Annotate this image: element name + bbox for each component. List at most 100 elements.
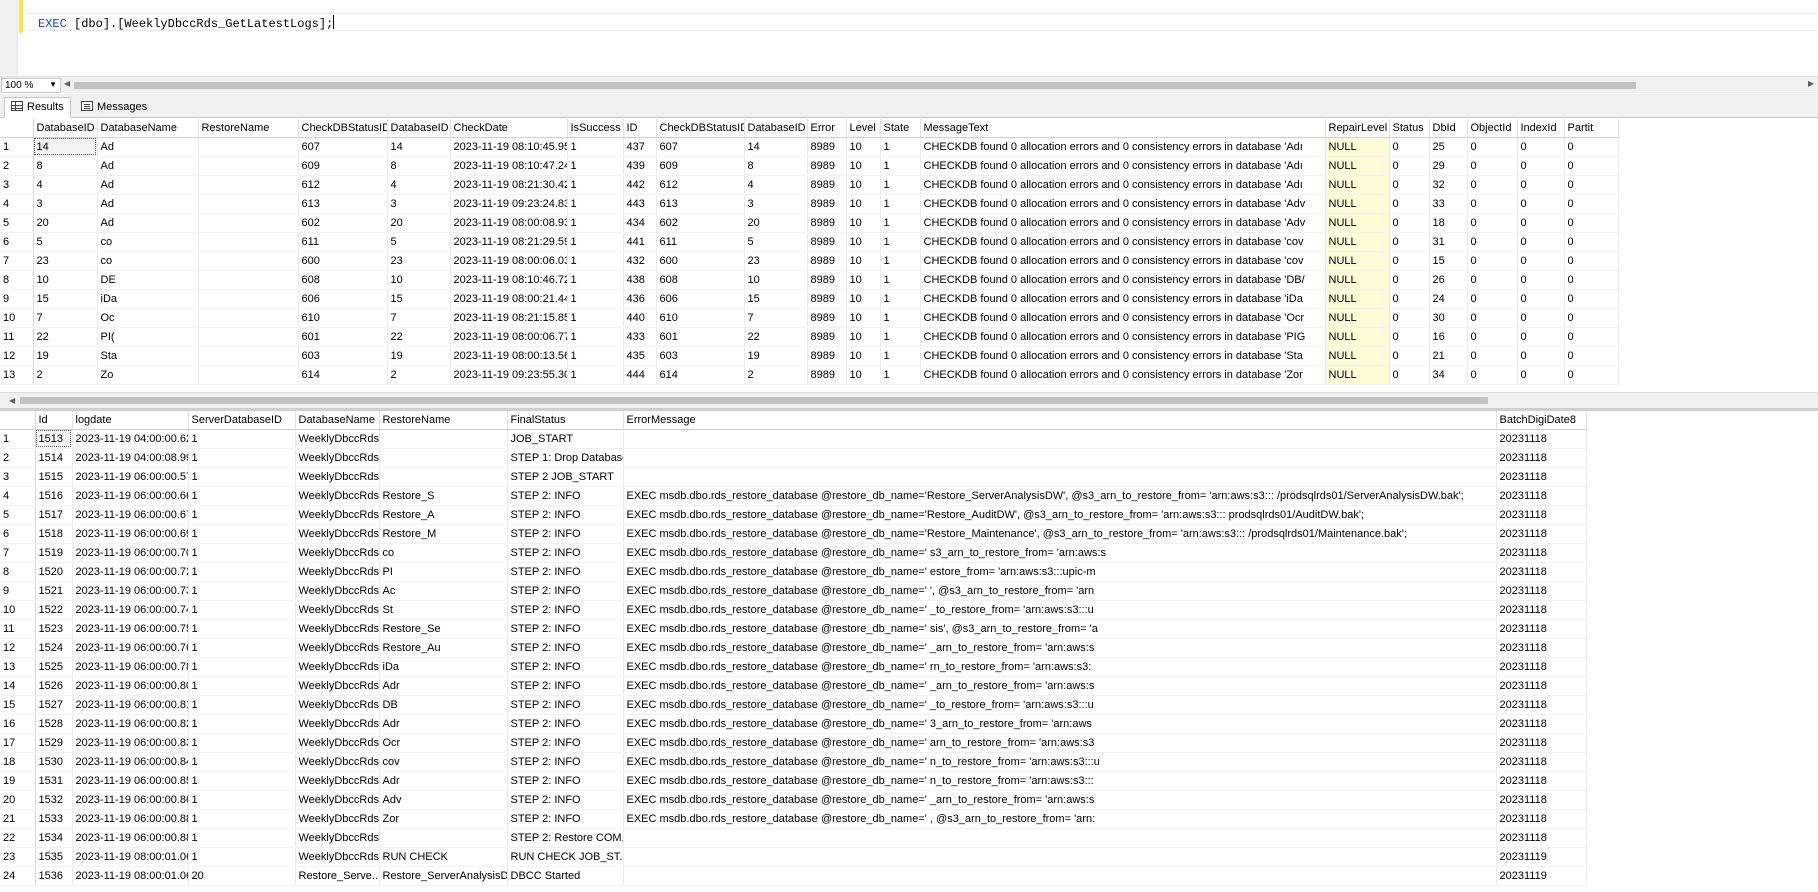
table-cell[interactable]: 4 — [33, 175, 98, 195]
table-cell[interactable]: 440 — [623, 308, 657, 328]
row-number[interactable]: 3 — [0, 175, 34, 195]
table-cell[interactable]: STEP 2: INFO — [507, 695, 624, 715]
table-cell[interactable]: 0 — [1467, 289, 1518, 309]
table-cell[interactable]: STEP 2: INFO — [507, 486, 624, 506]
table-cell[interactable]: 1535 — [35, 847, 73, 867]
table-cell[interactable]: 1 — [567, 175, 624, 195]
table-cell[interactable]: 0 — [1517, 251, 1565, 271]
table-cell[interactable]: 2023-11-19 06:00:00.847 — [72, 752, 189, 772]
table-row[interactable]: 23 1535 2023-11-19 08:00:01.060 1 WeeklyDbcc… — [0, 847, 1587, 867]
table-cell[interactable]: JOB_START — [507, 429, 624, 449]
row-number[interactable]: 5 — [0, 505, 36, 525]
table-cell[interactable]: 1 — [880, 308, 921, 328]
table-cell[interactable]: STEP 1: Drop Databases — [507, 448, 624, 468]
table-cell[interactable]: PI( — [97, 327, 199, 347]
table-cell[interactable]: iDa — [97, 289, 199, 309]
table-cell[interactable] — [623, 448, 1497, 468]
table-cell[interactable]: 8 — [744, 156, 808, 176]
table-cell[interactable]: STEP 2: INFO — [507, 600, 624, 620]
table-cell[interactable]: 1 — [880, 175, 921, 195]
table-cell[interactable]: 2023-11-19 08:00:01.060 — [72, 847, 189, 867]
column-header[interactable]: DatabaseID — [387, 119, 451, 138]
table-cell[interactable]: 438 — [623, 270, 657, 290]
table-cell[interactable] — [198, 289, 299, 309]
table-cell[interactable]: 1 — [567, 213, 624, 233]
table-cell[interactable]: WeeklyDbccRds — [295, 771, 380, 791]
table-cell[interactable]: WeeklyDbccRds — [295, 486, 380, 506]
row-number[interactable]: 13 — [0, 657, 36, 677]
table-cell[interactable]: Restore_S — [379, 486, 508, 506]
table-cell[interactable]: 31 — [1429, 232, 1468, 252]
table-cell[interactable]: 607 — [298, 137, 388, 157]
table-cell[interactable]: EXEC msdb.dbo.rds_restore_database @rest… — [623, 619, 1497, 639]
table-cell[interactable]: 1 — [188, 619, 296, 639]
table-cell[interactable]: 8989 — [807, 308, 847, 328]
column-header[interactable]: State — [880, 119, 921, 138]
table-cell[interactable] — [198, 232, 299, 252]
table-cell[interactable]: NULL — [1325, 327, 1390, 347]
table-cell[interactable]: WeeklyDbccRds — [295, 809, 380, 829]
table-cell[interactable]: 0 — [1389, 137, 1430, 157]
table-cell[interactable]: 20 — [188, 866, 296, 886]
table-cell[interactable]: 0 — [1564, 194, 1619, 214]
table-cell[interactable]: 1 — [188, 790, 296, 810]
table-cell[interactable]: 0 — [1389, 156, 1430, 176]
table-cell[interactable]: 2023-11-19 08:21:29.590 — [450, 232, 568, 252]
table-cell[interactable]: Adr — [379, 771, 508, 791]
table-cell[interactable]: 20231118 — [1496, 676, 1587, 696]
table-row[interactable]: 6 1518 2023-11-19 06:00:00.690 1 WeeklyDbccR… — [0, 524, 1587, 544]
table-cell[interactable]: 435 — [623, 346, 657, 366]
table-row[interactable]: 9 1521 2023-11-19 06:00:00.733 1 WeeklyDbccR… — [0, 581, 1587, 601]
column-header[interactable]: Id — [35, 411, 73, 430]
table-cell[interactable]: 442 — [623, 175, 657, 195]
row-number[interactable]: 12 — [0, 346, 34, 366]
table-cell[interactable]: 1527 — [35, 695, 73, 715]
table-cell[interactable]: 1 — [880, 251, 921, 271]
table-cell[interactable]: 612 — [656, 175, 745, 195]
table-cell[interactable]: 1 — [567, 156, 624, 176]
row-number[interactable]: 8 — [0, 562, 36, 582]
table-cell[interactable]: 0 — [1564, 289, 1619, 309]
table-cell[interactable]: 8989 — [807, 175, 847, 195]
table-cell[interactable]: co — [379, 543, 508, 563]
table-cell[interactable]: NULL — [1325, 213, 1390, 233]
table-cell[interactable]: 1 — [188, 467, 296, 487]
table-cell[interactable]: 8989 — [807, 137, 847, 157]
table-cell[interactable]: 1514 — [35, 448, 73, 468]
table-cell[interactable]: 2023-11-19 06:00:00.570 — [72, 467, 189, 487]
table-cell[interactable]: 2023-11-19 09:23:55.300 — [450, 365, 568, 385]
table-cell[interactable]: 2023-11-19 04:00:08.993 — [72, 448, 189, 468]
table-row[interactable]: 19 1531 2023-11-19 06:00:00.857 1 WeeklyDbcc… — [0, 771, 1587, 791]
table-cell[interactable]: 2023-11-19 08:10:45.950 — [450, 137, 568, 157]
column-header[interactable]: Level — [846, 119, 881, 138]
table-cell[interactable]: 1 — [880, 346, 921, 366]
table-cell[interactable]: 1 — [567, 270, 624, 290]
table-cell[interactable]: 20231118 — [1496, 448, 1587, 468]
table-cell[interactable]: 2023-11-19 06:00:00.800 — [72, 676, 189, 696]
row-number[interactable]: 7 — [0, 251, 34, 271]
table-cell[interactable]: EXEC msdb.dbo.rds_restore_database @rest… — [623, 657, 1497, 677]
row-number[interactable]: 4 — [0, 194, 34, 214]
table-cell[interactable]: St — [379, 600, 508, 620]
table-cell[interactable]: 1 — [188, 695, 296, 715]
row-number[interactable]: 17 — [0, 733, 36, 753]
table-row[interactable]: 3 1515 2023-11-19 06:00:00.570 1 WeeklyDbccR… — [0, 467, 1587, 487]
table-cell[interactable]: 1529 — [35, 733, 73, 753]
grid1-hscroll-thumb[interactable] — [20, 397, 1488, 404]
table-cell[interactable]: 0 — [1389, 251, 1430, 271]
table-row[interactable]: 8 10 DE 608 10 2023-11-19 08:10:46.720 1 438 608… — [0, 270, 1619, 290]
column-header[interactable]: Error — [807, 119, 847, 138]
table-cell[interactable]: 19 — [33, 346, 98, 366]
table-cell[interactable] — [198, 213, 299, 233]
table-row[interactable]: 22 1534 2023-11-19 06:00:00.883 1 WeeklyDbcc… — [0, 828, 1587, 848]
table-row[interactable]: 11 1523 2023-11-19 06:00:00.757 1 WeeklyDbcc… — [0, 619, 1587, 639]
table-cell[interactable]: 0 — [1564, 270, 1619, 290]
row-number[interactable]: 7 — [0, 543, 36, 563]
table-row[interactable]: 24 1536 2023-11-19 08:00:01.063 20 Restore_S… — [0, 866, 1587, 886]
column-header[interactable]: MessageText — [920, 119, 1326, 138]
table-cell[interactable]: NULL — [1325, 156, 1390, 176]
table-cell[interactable]: 2023-11-19 08:21:30.423 — [450, 175, 568, 195]
table-cell[interactable]: 609 — [656, 156, 745, 176]
table-cell[interactable]: STEP 2: INFO — [507, 619, 624, 639]
table-cell[interactable]: 1 — [567, 346, 624, 366]
